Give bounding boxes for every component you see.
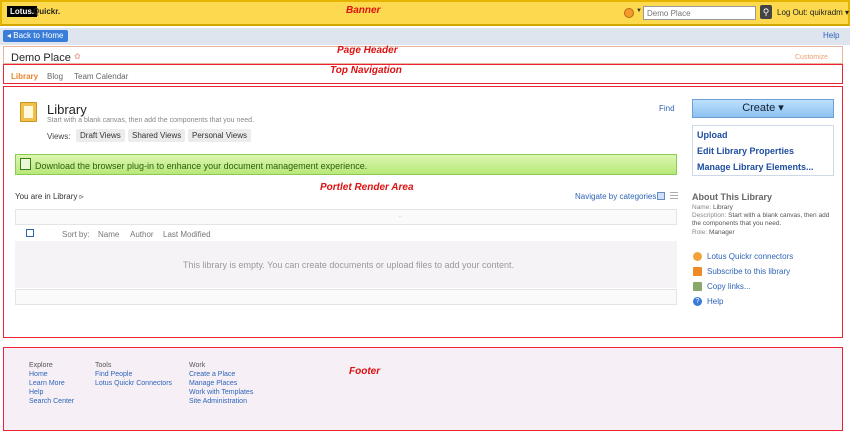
footer-heading-explore: Explore: [29, 362, 53, 369]
personal-views-button[interactable]: Personal Views: [188, 129, 251, 142]
navigate-by-categories-link[interactable]: Navigate by categories: [575, 192, 656, 201]
footer-link-search-center[interactable]: Search Center: [29, 398, 74, 405]
table-footer-bar: [15, 289, 677, 305]
user-icon[interactable]: [624, 8, 634, 18]
page-header-region-label: Page Header: [337, 45, 398, 56]
find-link[interactable]: Find: [659, 104, 675, 113]
table-header-bar: [15, 209, 677, 225]
footer-link-work-with-templates[interactable]: Work with Templates: [189, 389, 253, 396]
about-description-cont: the components that you need.: [692, 220, 782, 227]
footer-link-quickr-connectors[interactable]: Lotus Quickr Connectors: [95, 380, 172, 387]
footer-link-help[interactable]: Help: [29, 389, 43, 396]
banner-region-label: Banner: [346, 5, 381, 16]
about-library-title: About This Library: [692, 192, 773, 202]
chevron-down-icon[interactable]: ▼: [636, 8, 642, 14]
customize-link[interactable]: Customize: [795, 54, 828, 61]
footer-link-home[interactable]: Home: [29, 371, 48, 378]
tab-library[interactable]: Library: [11, 72, 38, 81]
library-title: Library: [47, 102, 87, 117]
footer: [3, 347, 843, 431]
copy-links-link[interactable]: Copy links...: [707, 282, 751, 291]
shared-views-button[interactable]: Shared Views: [128, 129, 186, 142]
list-view-icon[interactable]: [670, 192, 678, 200]
empty-library-message: This library is empty. You can create do…: [183, 260, 515, 270]
copy-links-icon: [693, 282, 702, 291]
footer-region-label: Footer: [349, 366, 381, 377]
quickr-connectors-link[interactable]: Lotus Quickr connectors: [707, 252, 793, 261]
library-subtitle: Start with a blank canvas, then add the …: [47, 117, 255, 124]
top-navigation: [3, 64, 843, 84]
footer-link-create-place[interactable]: Create a Place: [189, 371, 235, 378]
portlet-region-label: Portlet Render Area: [320, 182, 414, 193]
sort-last-modified[interactable]: Last Modified: [163, 230, 211, 239]
footer-link-manage-places[interactable]: Manage Places: [189, 380, 237, 387]
top-navigation-region-label: Top Navigation: [330, 65, 402, 76]
about-name: Name: Library: [692, 204, 733, 211]
help-icon: ?: [693, 297, 702, 306]
search-button[interactable]: ⚲: [760, 5, 772, 19]
tab-blog[interactable]: Blog: [47, 72, 63, 81]
draft-views-button[interactable]: Draft Views: [76, 129, 125, 142]
sort-by-label: Sort by:: [62, 230, 90, 239]
footer-heading-tools: Tools: [95, 362, 112, 369]
upload-link[interactable]: Upload: [697, 130, 728, 140]
footer-link-site-administration[interactable]: Site Administration: [189, 398, 247, 405]
details-view-icon[interactable]: [657, 192, 665, 200]
sort-author[interactable]: Author: [130, 230, 154, 239]
settings-icon[interactable]: ✿: [74, 52, 81, 61]
search-input[interactable]: [643, 6, 756, 20]
about-role: Role: Manager: [692, 229, 735, 236]
page-title: Demo Place: [11, 52, 71, 64]
sort-name[interactable]: Name: [98, 230, 119, 239]
table-top-marker: .: [399, 212, 401, 219]
subscribe-link[interactable]: Subscribe to this library: [707, 267, 790, 276]
manage-library-elements-link[interactable]: Manage Library Elements...: [697, 162, 814, 172]
quickr-logo: Quickr.: [33, 7, 61, 16]
select-all-checkbox[interactable]: [26, 229, 34, 237]
edit-library-properties-link[interactable]: Edit Library Properties: [697, 146, 794, 156]
create-button[interactable]: Create ▾: [692, 99, 834, 118]
about-description: Description: Start with a blank canvas, …: [692, 212, 830, 219]
tab-team-calendar[interactable]: Team Calendar: [74, 72, 128, 81]
help-side-link[interactable]: Help: [707, 297, 723, 306]
download-icon: [20, 158, 31, 170]
views-label: Views:: [47, 132, 71, 141]
back-to-home-button[interactable]: ◂ Back to Home: [3, 30, 69, 42]
footer-link-learn-more[interactable]: Learn More: [29, 380, 65, 387]
connectors-icon: [693, 252, 702, 261]
search-icon: ⚲: [762, 7, 770, 17]
rss-icon: [693, 267, 702, 276]
breadcrumb[interactable]: You are in Library ▹: [15, 192, 84, 201]
footer-link-find-people[interactable]: Find People: [95, 371, 132, 378]
plugin-message[interactable]: Download the browser plug-in to enhance …: [35, 161, 367, 171]
help-link[interactable]: Help: [823, 31, 839, 40]
footer-heading-work: Work: [189, 362, 206, 369]
library-icon: [20, 102, 37, 122]
logout-link[interactable]: Log Out: quikradm ▾: [777, 8, 849, 17]
sub-bar: [0, 28, 850, 45]
page-header: [3, 46, 843, 64]
